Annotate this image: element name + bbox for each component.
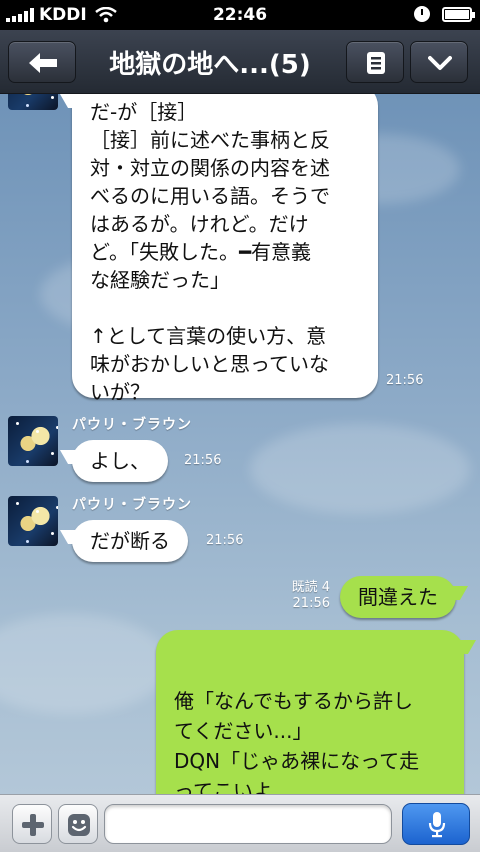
plus-button[interactable] [12,804,52,844]
avatar[interactable] [8,416,58,466]
message-input[interactable] [104,804,392,844]
message-text: 間違えた [358,585,438,609]
avatar[interactable] [8,94,58,110]
message-bubble[interactable]: よし、 [72,440,168,482]
chat-header: 地獄の地へ...(5) [0,30,480,94]
message-bubble[interactable]: だが断る [72,520,188,562]
status-time: 22:46 [212,5,268,25]
status-bar: KDDI 22:46 [0,0,480,30]
sender-name: パウリ・ブラウン [72,497,192,513]
plus-icon [22,814,44,836]
message-text: だ-が［接］ ［接］前に述べた事柄と反 対・対立の関係の内容を述 べるのに用いる… [90,100,330,404]
input-bar [0,794,480,852]
collapse-button[interactable] [410,41,468,83]
emoji-icon [68,814,90,836]
sender-name: パウリ・ブラウン [72,417,192,433]
message-text: だが断る [90,529,170,553]
chevron-down-icon [428,56,452,70]
message-bubble[interactable]: だ-が［接］ ［接］前に述べた事柄と反 対・対立の関係の内容を述 べるのに用いる… [72,94,378,404]
message-time: 21:56 [386,373,424,388]
voice-button[interactable] [402,803,470,845]
message-time: 21:56 [292,596,330,611]
chat-area[interactable]: だ-が［接］ ［接］前に述べた事柄と反 対・対立の関係の内容を述 べるのに用いる… [0,94,480,794]
microphone-icon [428,812,446,838]
left-arrow-icon [29,53,57,73]
avatar[interactable] [8,496,58,546]
message-time: 21:56 [184,453,222,468]
message-text: 俺「なんでもするから許し てください...」 DQN「じゃあ裸になって走 ってこ… [174,689,420,794]
message-bubble[interactable]: 俺「なんでもするから許し てください...」 DQN「じゃあ裸になって走 ってこ… [156,630,464,794]
message-bubble[interactable]: 間違えた [340,576,456,618]
chat-title: 地獄の地へ...(5) [109,50,311,80]
list-icon [367,52,385,74]
message-text: よし、 [90,449,150,473]
read-receipt: 既読 4 [291,580,330,595]
back-button[interactable] [8,41,76,83]
message-time: 21:56 [206,533,244,548]
battery-icon [442,6,475,22]
emoji-button[interactable] [58,804,98,844]
alarm-clock-icon [414,6,430,22]
menu-button[interactable] [346,41,404,83]
